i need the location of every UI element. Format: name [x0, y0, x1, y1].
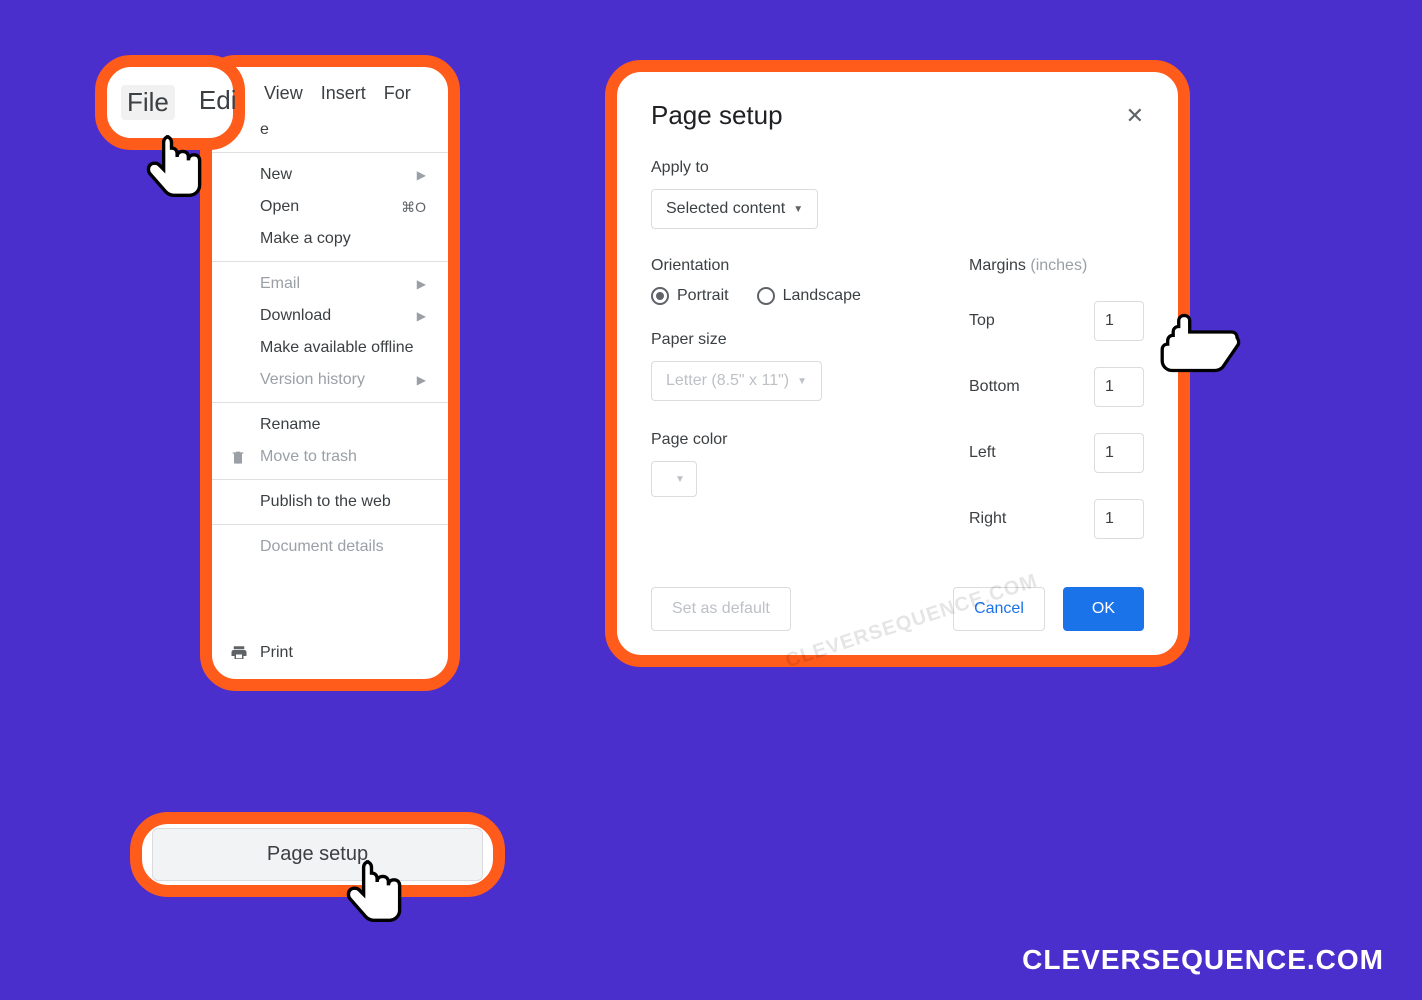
dialog-title: Page setup: [651, 100, 783, 131]
orientation-portrait[interactable]: Portrait: [651, 287, 729, 305]
margins-label: Margins (inches): [969, 257, 1144, 275]
file-item-email[interactable]: Email ▶: [212, 268, 448, 300]
menu-edit[interactable]: Edi: [199, 85, 237, 120]
page-setup-dialog: Page setup ✕ Apply to Selected content ▼…: [605, 60, 1190, 667]
paper-size-value: Letter (8.5" x 11"): [666, 372, 789, 390]
file-item-page-setup[interactable]: Page setup: [152, 828, 483, 881]
submenu-arrow-icon: ▶: [417, 277, 426, 291]
landscape-label: Landscape: [783, 287, 861, 305]
publish-label: Publish to the web: [260, 493, 391, 511]
file-item-truncated: e: [212, 114, 448, 146]
file-item-download[interactable]: Download ▶: [212, 300, 448, 332]
margin-right-label: Right: [969, 510, 1006, 528]
menubar-highlight: File Edi: [95, 55, 245, 150]
caret-down-icon: ▼: [793, 204, 803, 215]
file-item-rename[interactable]: Rename: [212, 409, 448, 441]
portrait-label: Portrait: [677, 287, 729, 305]
page-setup-highlight: Page setup: [130, 812, 505, 897]
separator: [212, 479, 448, 480]
margin-right-input[interactable]: [1094, 499, 1144, 539]
radio-unchecked-icon: [757, 287, 775, 305]
file-item-new[interactable]: New ▶: [212, 159, 448, 191]
separator: [212, 402, 448, 403]
file-item-publish[interactable]: Publish to the web: [212, 486, 448, 518]
orientation-landscape[interactable]: Landscape: [757, 287, 861, 305]
submenu-arrow-icon: ▶: [417, 168, 426, 182]
open-shortcut: ⌘O: [401, 199, 426, 216]
file-item-version-history[interactable]: Version history ▶: [212, 364, 448, 396]
set-default-button[interactable]: Set as default: [651, 587, 791, 631]
file-menu-panel: View Insert For e New ▶ Open ⌘O Make a c…: [200, 55, 460, 691]
spacer: [212, 563, 448, 637]
margins-unit: (inches): [1030, 257, 1087, 274]
apply-to-dropdown[interactable]: Selected content ▼: [651, 189, 818, 229]
file-item-offline[interactable]: Make available offline: [212, 332, 448, 364]
margin-bottom-label: Bottom: [969, 378, 1020, 396]
page-color-label: Page color: [651, 431, 939, 449]
submenu-arrow-icon: ▶: [417, 373, 426, 387]
menu-insert[interactable]: Insert: [321, 83, 366, 104]
caret-down-icon: ▼: [675, 474, 685, 485]
separator: [212, 524, 448, 525]
menu-format[interactable]: For: [384, 83, 411, 104]
apply-to-value: Selected content: [666, 200, 785, 218]
trash-icon: [230, 449, 246, 465]
paper-size-dropdown[interactable]: Letter (8.5" x 11") ▼: [651, 361, 822, 401]
ok-button[interactable]: OK: [1063, 587, 1144, 631]
margin-left-input[interactable]: [1094, 433, 1144, 473]
version-history-label: Version history: [260, 371, 365, 389]
menu-view[interactable]: View: [264, 83, 303, 104]
margin-top-label: Top: [969, 312, 995, 330]
make-copy-label: Make a copy: [260, 230, 351, 248]
close-icon[interactable]: ✕: [1126, 103, 1144, 129]
rename-label: Rename: [260, 416, 320, 434]
menu-file[interactable]: File: [121, 85, 175, 120]
caret-down-icon: ▼: [797, 376, 807, 387]
separator: [212, 152, 448, 153]
radio-checked-icon: [651, 287, 669, 305]
download-label: Download: [260, 307, 331, 325]
file-item-print[interactable]: Print: [212, 637, 448, 669]
page-color-dropdown[interactable]: ▼: [651, 461, 697, 497]
apply-to-label: Apply to: [651, 159, 1144, 177]
file-item-open[interactable]: Open ⌘O: [212, 191, 448, 223]
move-trash-label: Move to trash: [260, 448, 357, 466]
new-label: New: [260, 166, 292, 184]
paper-size-label: Paper size: [651, 331, 939, 349]
file-item-move-trash[interactable]: Move to trash: [212, 441, 448, 473]
truncated-label: e: [260, 121, 269, 139]
separator: [212, 261, 448, 262]
orientation-label: Orientation: [651, 257, 939, 275]
menubar-row: View Insert For: [212, 77, 448, 114]
brand-footer: CLEVERSEQUENCE.COM: [1022, 944, 1384, 976]
file-item-make-copy[interactable]: Make a copy: [212, 223, 448, 255]
margin-top-input[interactable]: [1094, 301, 1144, 341]
offline-label: Make available offline: [260, 339, 414, 357]
submenu-arrow-icon: ▶: [417, 309, 426, 323]
cancel-button[interactable]: Cancel: [953, 587, 1045, 631]
print-icon: [230, 644, 248, 662]
margin-bottom-input[interactable]: [1094, 367, 1144, 407]
email-label: Email: [260, 275, 300, 293]
doc-details-label: Document details: [260, 538, 384, 556]
print-label: Print: [260, 644, 293, 662]
open-label: Open: [260, 198, 299, 216]
margin-left-label: Left: [969, 444, 996, 462]
file-item-doc-details[interactable]: Document details: [212, 531, 448, 563]
margins-text: Margins: [969, 257, 1026, 274]
